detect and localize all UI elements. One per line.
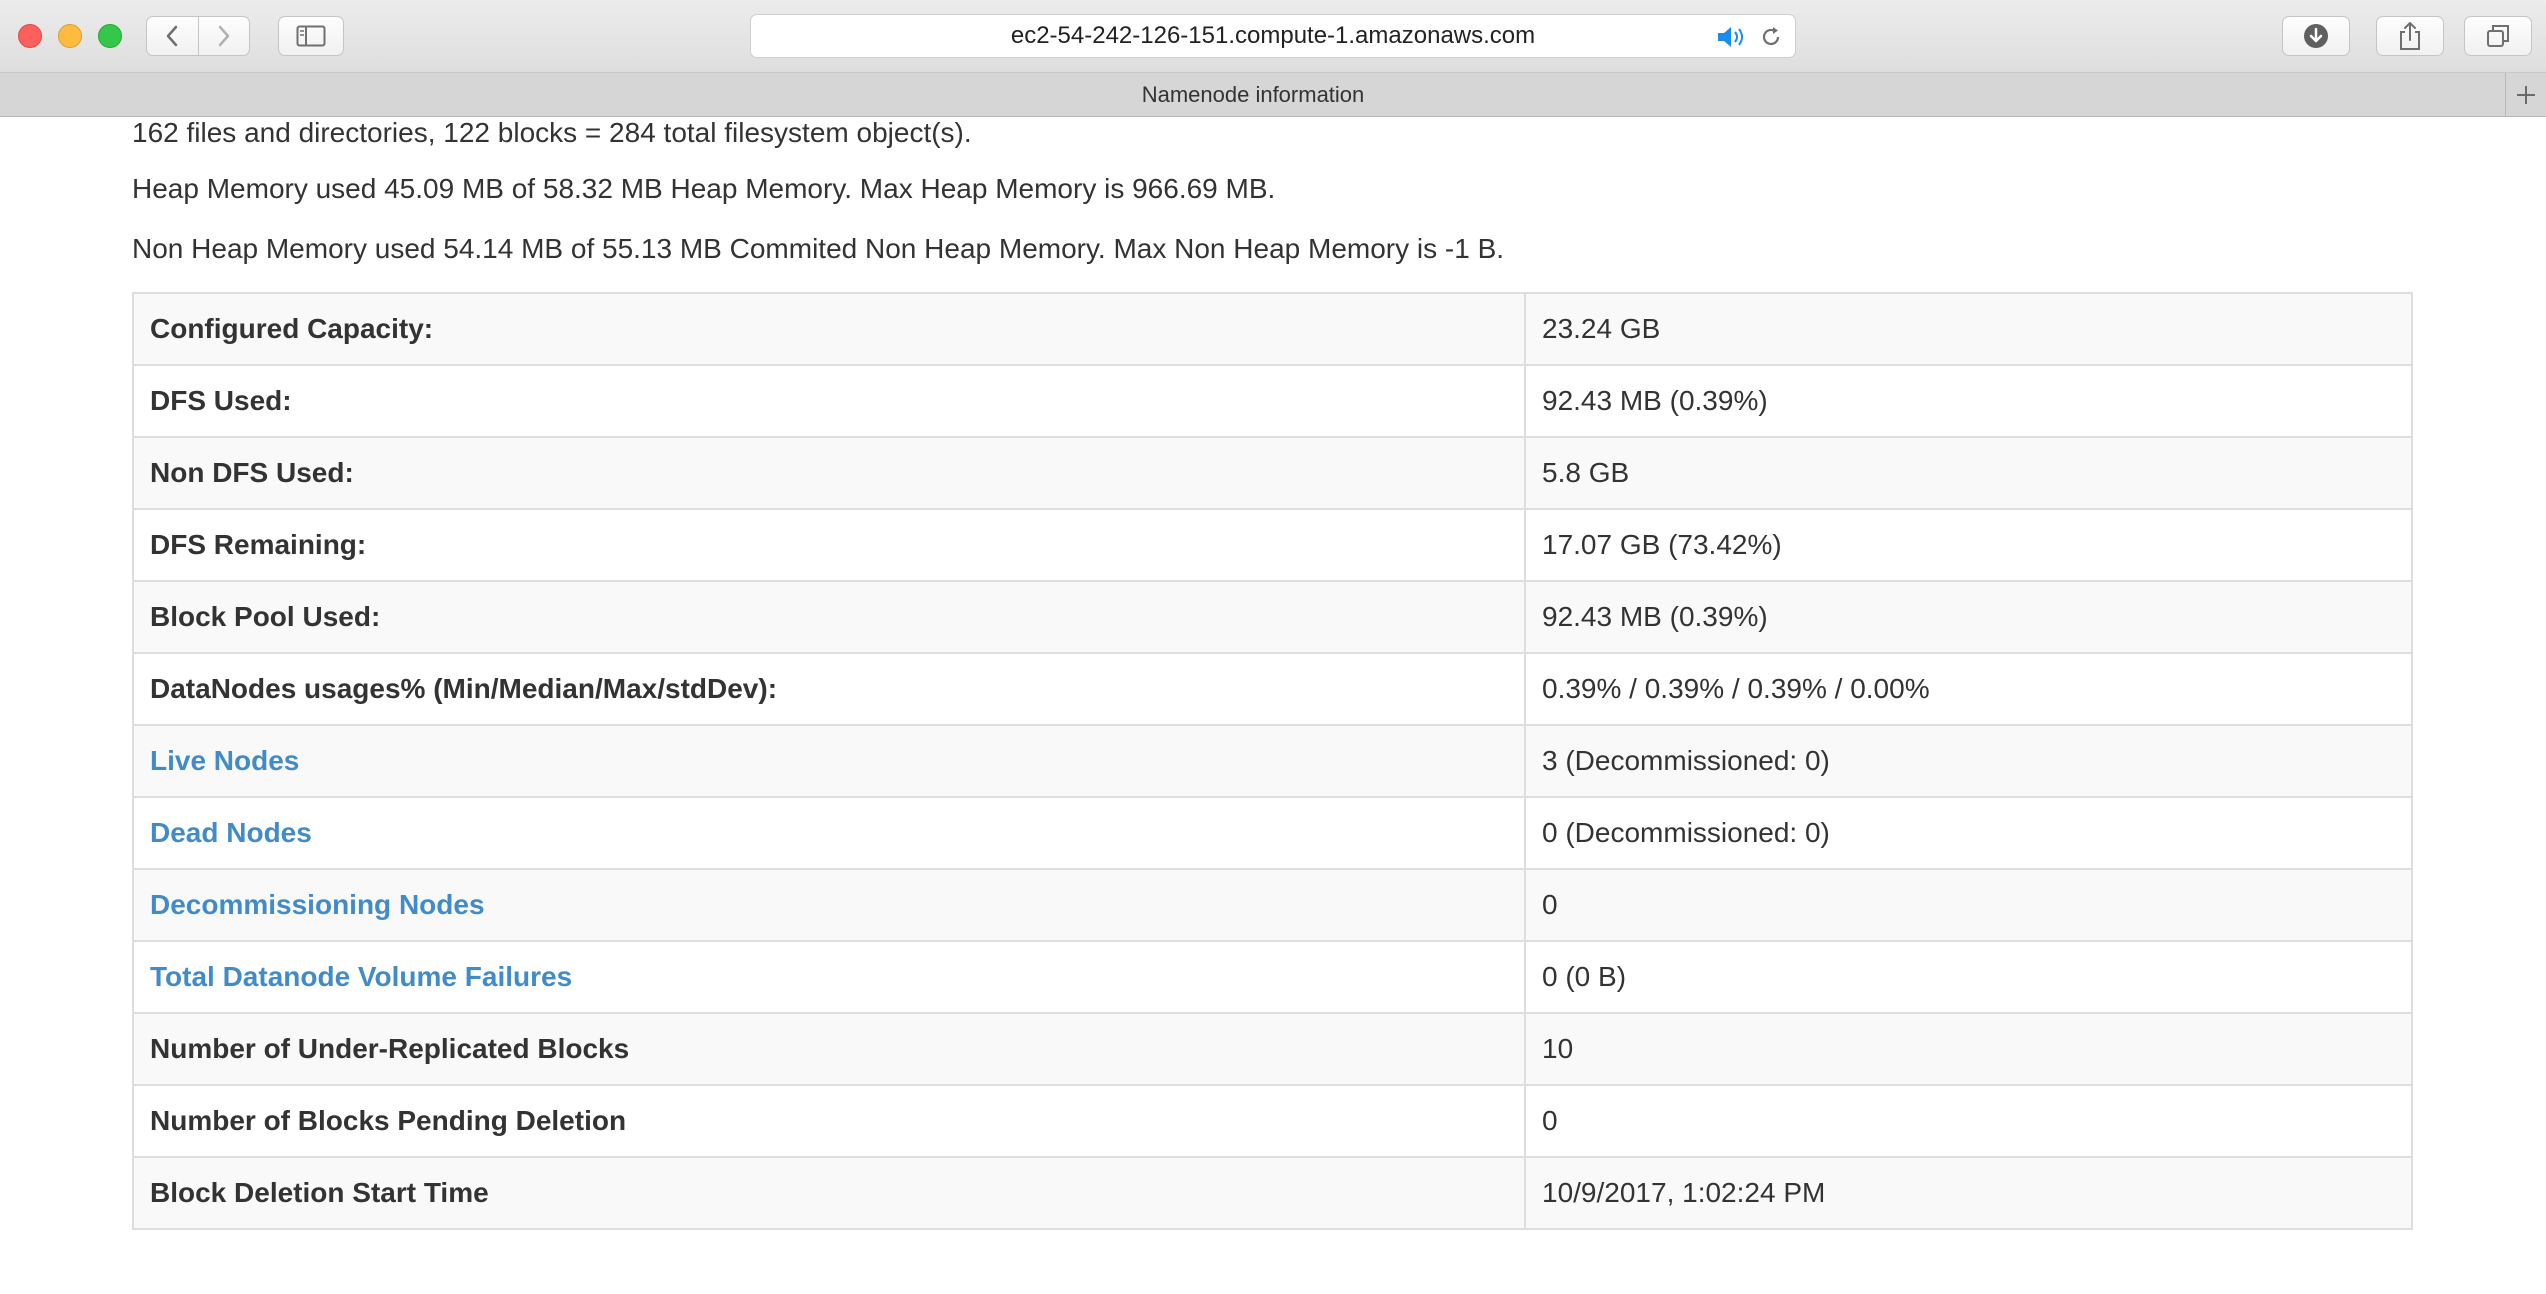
row-value: 23.24 GB <box>1525 292 2412 365</box>
table-row: Dead Nodes 0 (Decommissioned: 0) <box>133 796 2412 869</box>
row-label: Configured Capacity: <box>133 292 1526 365</box>
table-row: Non DFS Used: 5.8 GB <box>133 436 2412 509</box>
table-row: Live Nodes 3 (Decommissioned: 0) <box>133 724 2412 797</box>
table-row: Number of Blocks Pending Deletion 0 <box>133 1084 2412 1157</box>
volume-failures-link[interactable]: Total Datanode Volume Failures <box>150 961 572 992</box>
row-value: 0 <box>1525 1084 2412 1157</box>
row-label: Number of Blocks Pending Deletion <box>133 1084 1526 1157</box>
forward-button[interactable] <box>197 17 250 55</box>
row-value: 0 (0 B) <box>1525 940 2412 1013</box>
active-tab[interactable]: Namenode information <box>0 73 2506 117</box>
table-row: DFS Remaining: 17.07 GB (73.42%) <box>133 508 2412 581</box>
decommissioning-nodes-cell: Decommissioning Nodes <box>133 868 1526 941</box>
dead-nodes-cell: Dead Nodes <box>133 796 1526 869</box>
row-value: 0 (Decommissioned: 0) <box>1525 796 2412 869</box>
sidebar-icon <box>296 25 326 47</box>
reload-icon[interactable] <box>1759 25 1783 49</box>
dead-nodes-link[interactable]: Dead Nodes <box>150 817 312 848</box>
window-minimize-button[interactable] <box>58 24 82 48</box>
row-value: 3 (Decommissioned: 0) <box>1525 724 2412 797</box>
back-button[interactable] <box>147 17 198 55</box>
live-nodes-cell: Live Nodes <box>133 724 1526 797</box>
plus-icon <box>2517 85 2535 104</box>
address-bar[interactable]: ec2-54-242-126-151.compute-1.amazonaws.c… <box>750 14 1796 58</box>
row-value: 17.07 GB (73.42%) <box>1525 508 2412 581</box>
heap-memory-text: Heap Memory used 45.09 MB of 58.32 MB He… <box>132 173 1276 204</box>
row-label: Non DFS Used: <box>133 436 1526 509</box>
volume-failures-cell: Total Datanode Volume Failures <box>133 940 1526 1013</box>
tab-bar: Namenode information <box>0 73 2546 117</box>
row-value: 10 <box>1525 1012 2412 1085</box>
row-label: DataNodes usages% (Min/Median/Max/stdDev… <box>133 652 1526 725</box>
new-tab-button[interactable] <box>2505 73 2546 116</box>
share-button[interactable] <box>2376 16 2444 56</box>
tabs-overview-button[interactable] <box>2464 16 2532 56</box>
row-label: Block Deletion Start Time <box>133 1156 1526 1229</box>
table-row: Total Datanode Volume Failures 0 (0 B) <box>133 940 2412 1013</box>
row-label: Block Pool Used: <box>133 580 1526 653</box>
row-value: 0.39% / 0.39% / 0.39% / 0.00% <box>1525 652 2412 725</box>
table-row: Number of Under-Replicated Blocks 10 <box>133 1012 2412 1085</box>
table-row: DFS Used: 92.43 MB (0.39%) <box>133 364 2412 437</box>
table-row: Block Pool Used: 92.43 MB (0.39%) <box>133 580 2412 653</box>
filesystem-objects-text: 162 files and directories, 122 blocks = … <box>132 117 972 148</box>
table-row: Decommissioning Nodes 0 <box>133 868 2412 941</box>
table-row: Block Deletion Start Time 10/9/2017, 1:0… <box>133 1156 2412 1229</box>
table-row: DataNodes usages% (Min/Median/Max/stdDev… <box>133 652 2412 725</box>
live-nodes-link[interactable]: Live Nodes <box>150 745 299 776</box>
row-value: 0 <box>1525 868 2412 941</box>
tabs-overview-icon <box>2487 25 2509 47</box>
browser-toolbar: ec2-54-242-126-151.compute-1.amazonaws.c… <box>0 0 2546 73</box>
row-value: 5.8 GB <box>1525 436 2412 509</box>
row-label: DFS Used: <box>133 364 1526 437</box>
row-label: DFS Remaining: <box>133 508 1526 581</box>
decommissioning-nodes-link[interactable]: Decommissioning Nodes <box>150 889 485 920</box>
downloads-button[interactable] <box>2282 16 2350 56</box>
url-text[interactable]: ec2-54-242-126-151.compute-1.amazonaws.c… <box>751 15 1795 57</box>
download-icon <box>2304 24 2328 48</box>
sidebar-button[interactable] <box>278 16 344 56</box>
cluster-summary-table: Configured Capacity: 23.24 GB DFS Used: … <box>132 292 2413 1230</box>
row-label: Number of Under-Replicated Blocks <box>133 1012 1526 1085</box>
chevron-right-icon <box>218 25 229 47</box>
row-value: 92.43 MB (0.39%) <box>1525 580 2412 653</box>
non-heap-memory-text: Non Heap Memory used 54.14 MB of 55.13 M… <box>132 233 1505 264</box>
navigation-buttons <box>146 16 250 56</box>
window-zoom-button[interactable] <box>98 24 122 48</box>
share-icon <box>2400 22 2420 50</box>
speaker-icon[interactable] <box>1715 25 1749 49</box>
chevron-left-icon <box>167 25 178 47</box>
table-row: Configured Capacity: 23.24 GB <box>133 292 2412 365</box>
window-close-button[interactable] <box>18 24 42 48</box>
row-value: 10/9/2017, 1:02:24 PM <box>1525 1156 2412 1229</box>
row-value: 92.43 MB (0.39%) <box>1525 364 2412 437</box>
